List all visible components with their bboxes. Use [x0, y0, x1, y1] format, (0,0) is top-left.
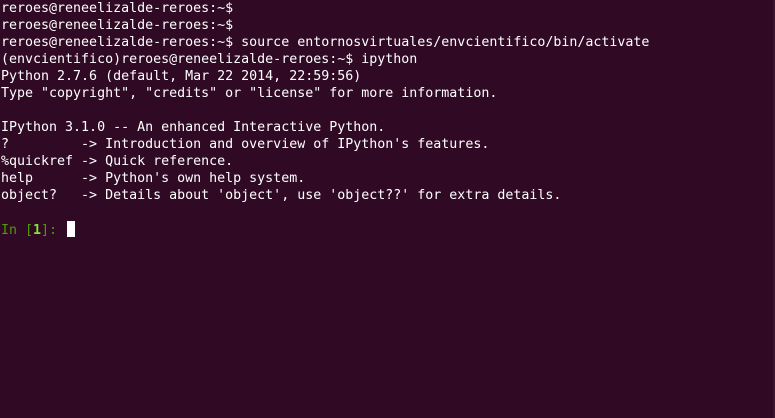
terminal-line: reroes@reneelizalde-reroes:~$ source ent…	[1, 35, 650, 50]
input-prompt-suffix: ]:	[41, 223, 66, 238]
terminal-line: IPython 3.1.0 -- An enhanced Interactive…	[1, 120, 386, 135]
ipython-input-line[interactable]: In [1]:	[1, 221, 775, 238]
input-prompt-number: 1	[33, 223, 42, 238]
terminal-line: (envcientifico)reroes@reneelizalde-reroe…	[1, 52, 418, 67]
terminal-line: ? -> Introduction and overview of IPytho…	[1, 137, 490, 152]
input-prompt-prefix: In [	[1, 223, 34, 238]
terminal-line: Python 2.7.6 (default, Mar 22 2014, 22:5…	[1, 69, 362, 84]
text-cursor[interactable]	[67, 221, 76, 237]
terminal-line: %quickref -> Quick reference.	[1, 154, 234, 169]
terminal-window[interactable]: reroes@reneelizalde-reroes:~$ reroes@ren…	[0, 0, 775, 418]
terminal-line: reroes@reneelizalde-reroes:~$	[1, 18, 234, 33]
terminal-line: help -> Python's own help system.	[1, 171, 306, 186]
terminal-line: object? -> Details about 'object', use '…	[1, 188, 562, 203]
terminal-line: Type "copyright", "credits" or "license"…	[1, 86, 498, 101]
terminal-line: reroes@reneelizalde-reroes:~$	[1, 1, 234, 16]
